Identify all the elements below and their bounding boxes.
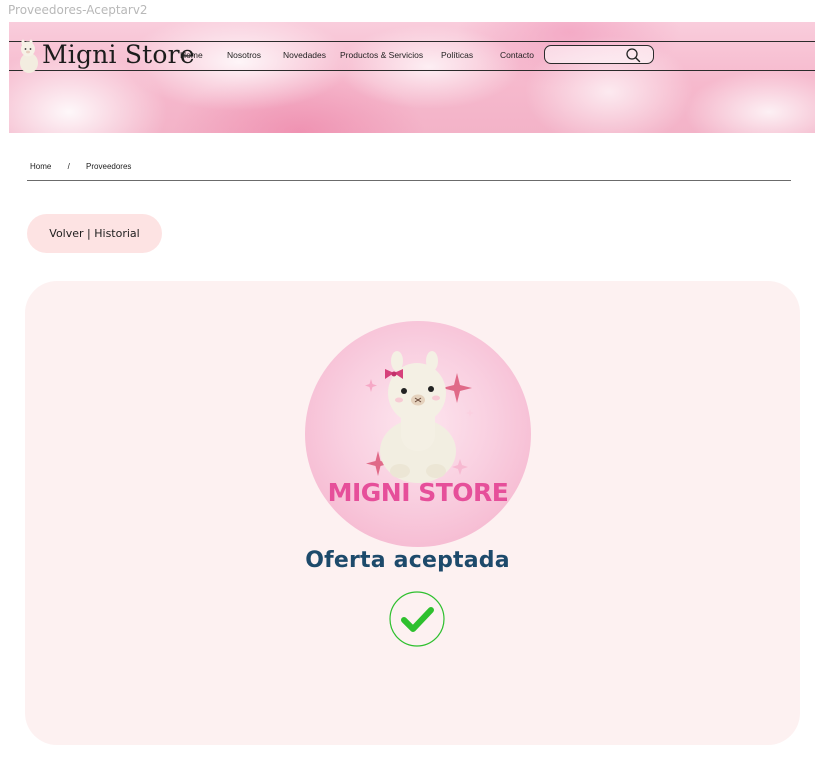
search-icon[interactable] bbox=[625, 47, 641, 63]
frame-label: Proveedores-Aceptarv2 bbox=[8, 3, 148, 17]
alpaca-logo-icon[interactable] bbox=[16, 39, 42, 73]
breadcrumb-divider bbox=[27, 180, 791, 181]
alpaca-mascot-icon bbox=[365, 351, 474, 483]
check-circle-icon bbox=[389, 591, 445, 647]
nav-home[interactable]: Home bbox=[180, 50, 203, 60]
brand-name[interactable]: Migni Store bbox=[42, 40, 195, 69]
header-banner: Migni Store Home Nosotros Novedades Prod… bbox=[9, 22, 815, 133]
logo-text: MIGNI STORE bbox=[327, 478, 509, 507]
breadcrumb: Home / Proveedores bbox=[30, 162, 131, 171]
nav-novedades[interactable]: Novedades bbox=[283, 50, 326, 60]
store-logo: MIGNI STORE bbox=[305, 321, 531, 547]
back-history-button[interactable]: Volver | Historial bbox=[27, 214, 162, 253]
breadcrumb-separator: / bbox=[67, 162, 70, 171]
status-title: Oferta aceptada bbox=[305, 548, 510, 573]
nav-productos-servicios[interactable]: Productos & Servicios bbox=[340, 50, 423, 60]
breadcrumb-home[interactable]: Home bbox=[30, 162, 51, 171]
nav-nosotros[interactable]: Nosotros bbox=[227, 50, 261, 60]
search-input[interactable] bbox=[544, 45, 654, 64]
nav-contacto[interactable]: Contacto bbox=[500, 50, 534, 60]
header-bottom-divider bbox=[9, 70, 815, 71]
nav-politicas[interactable]: Políticas bbox=[441, 50, 473, 60]
breadcrumb-current: Proveedores bbox=[86, 162, 132, 171]
